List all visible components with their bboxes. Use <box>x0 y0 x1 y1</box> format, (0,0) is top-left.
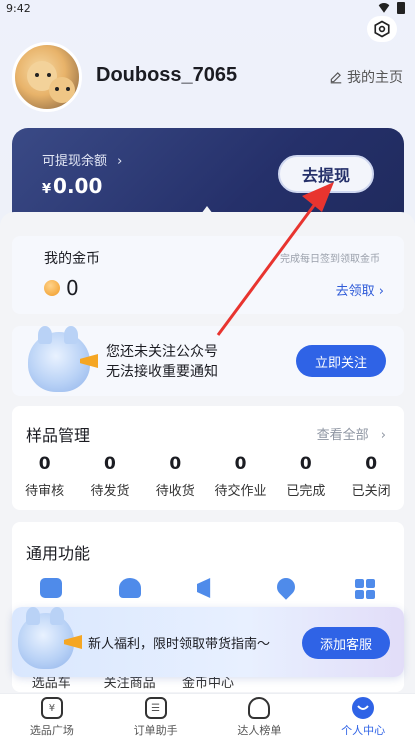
annotation-arrow-icon <box>216 182 334 336</box>
